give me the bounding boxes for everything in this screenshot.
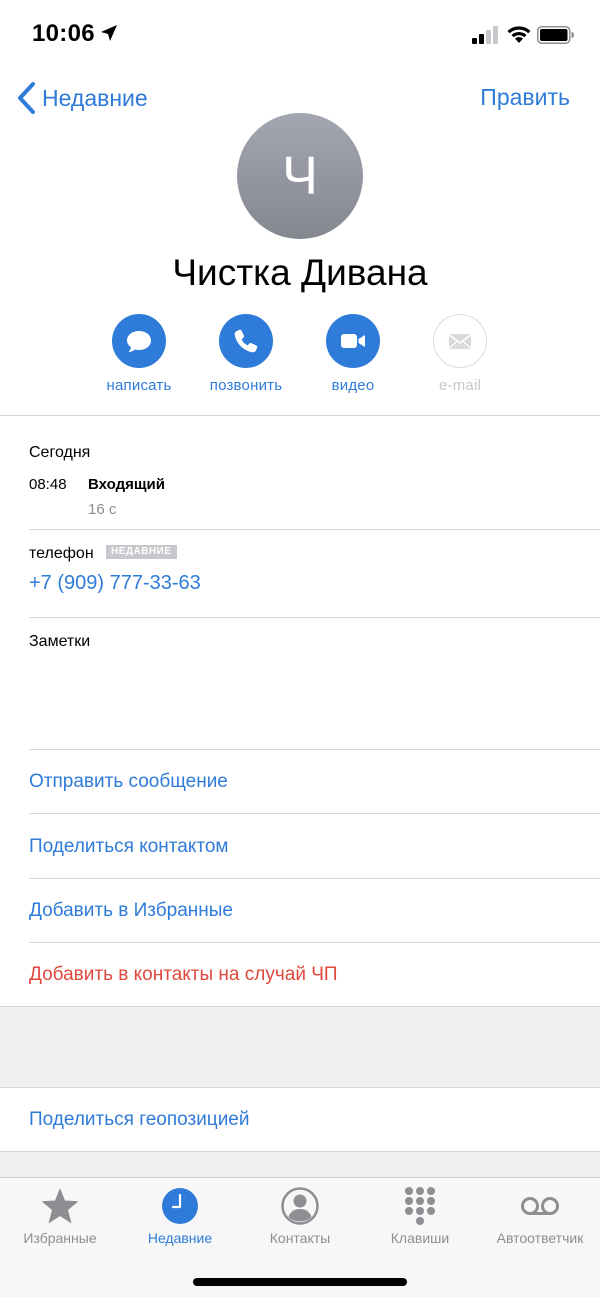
mail-icon xyxy=(449,334,471,349)
clock-icon xyxy=(162,1188,198,1224)
person-icon xyxy=(281,1187,319,1225)
divider xyxy=(0,1087,600,1088)
add-to-favorites-button[interactable]: Добавить в Избранные xyxy=(29,900,233,922)
back-button-label: Недавние xyxy=(42,84,148,111)
contact-actions: написать позвонить видео e-mail xyxy=(0,314,600,404)
status-bar: 10:06 xyxy=(0,0,600,70)
share-location-button[interactable]: Поделиться геопозицией xyxy=(29,1109,250,1131)
email-action-button: e-mail xyxy=(405,314,515,394)
back-button[interactable]: Недавние xyxy=(16,78,148,118)
recent-badge: НЕДАВНИЕ xyxy=(106,545,177,559)
message-icon xyxy=(127,331,151,352)
divider xyxy=(29,813,600,814)
tab-contacts-label: Контакты xyxy=(269,1230,331,1246)
contact-name: Чистка Дивана xyxy=(172,252,428,293)
divider xyxy=(29,749,600,750)
wifi-icon xyxy=(507,26,531,43)
divider xyxy=(29,617,600,618)
email-action-label: e-mail xyxy=(438,377,482,394)
phone-label: телефон xyxy=(29,545,94,562)
navigation-bar: Недавние Править xyxy=(0,78,600,118)
call-action-button[interactable]: позвонить xyxy=(191,314,301,394)
tab-voicemail-label: Автоответчик xyxy=(496,1230,584,1246)
star-icon xyxy=(41,1188,79,1224)
battery-icon xyxy=(537,26,574,44)
divider xyxy=(29,529,600,530)
phone-icon xyxy=(234,329,258,353)
keypad-icon xyxy=(405,1187,435,1225)
call-time: 08:48 xyxy=(29,476,67,493)
tab-keypad[interactable]: Клавиши xyxy=(360,1186,480,1246)
avatar-initial: Ч xyxy=(282,146,318,206)
add-emergency-contact-button[interactable]: Добавить в контакты на случай ЧП xyxy=(29,964,338,986)
tab-voicemail[interactable]: Автоответчик xyxy=(480,1186,600,1246)
tab-favorites-label: Избранные xyxy=(23,1230,97,1246)
section-separator xyxy=(0,1152,600,1178)
location-arrow-icon xyxy=(101,25,117,41)
chevron-left-icon xyxy=(18,82,35,114)
tab-contacts[interactable]: Контакты xyxy=(240,1186,360,1246)
edit-button[interactable]: Править xyxy=(480,84,570,111)
tab-recents[interactable]: Недавние xyxy=(120,1186,240,1246)
tab-favorites[interactable]: Избранные xyxy=(0,1186,120,1246)
voicemail-icon xyxy=(521,1197,559,1215)
recent-calls-day: Сегодня xyxy=(29,444,91,461)
share-contact-button[interactable]: Поделиться контактом xyxy=(29,836,228,858)
phone-number-link[interactable]: +7 (909) 777-33-63 xyxy=(29,572,201,595)
call-action-label: позвонить xyxy=(209,377,283,394)
tab-recents-label: Недавние xyxy=(147,1230,213,1246)
video-action-button[interactable]: видео xyxy=(298,314,408,394)
send-message-button[interactable]: Отправить сообщение xyxy=(29,771,228,793)
avatar: Ч xyxy=(237,113,363,239)
home-indicator[interactable] xyxy=(193,1278,407,1286)
status-time: 10:06 xyxy=(32,20,95,47)
section-separator xyxy=(0,1007,600,1087)
tab-keypad-label: Клавиши xyxy=(390,1230,450,1246)
call-duration: 16 с xyxy=(88,501,117,518)
video-action-label: видео xyxy=(331,377,375,394)
divider xyxy=(29,942,600,943)
divider xyxy=(0,415,600,416)
divider xyxy=(29,878,600,879)
notes-field[interactable]: Заметки xyxy=(29,633,90,651)
message-action-button[interactable]: написать xyxy=(84,314,194,394)
call-type: Входящий xyxy=(88,476,165,493)
cellular-signal-icon xyxy=(472,26,498,44)
message-action-label: написать xyxy=(106,377,172,394)
video-icon xyxy=(341,334,365,348)
